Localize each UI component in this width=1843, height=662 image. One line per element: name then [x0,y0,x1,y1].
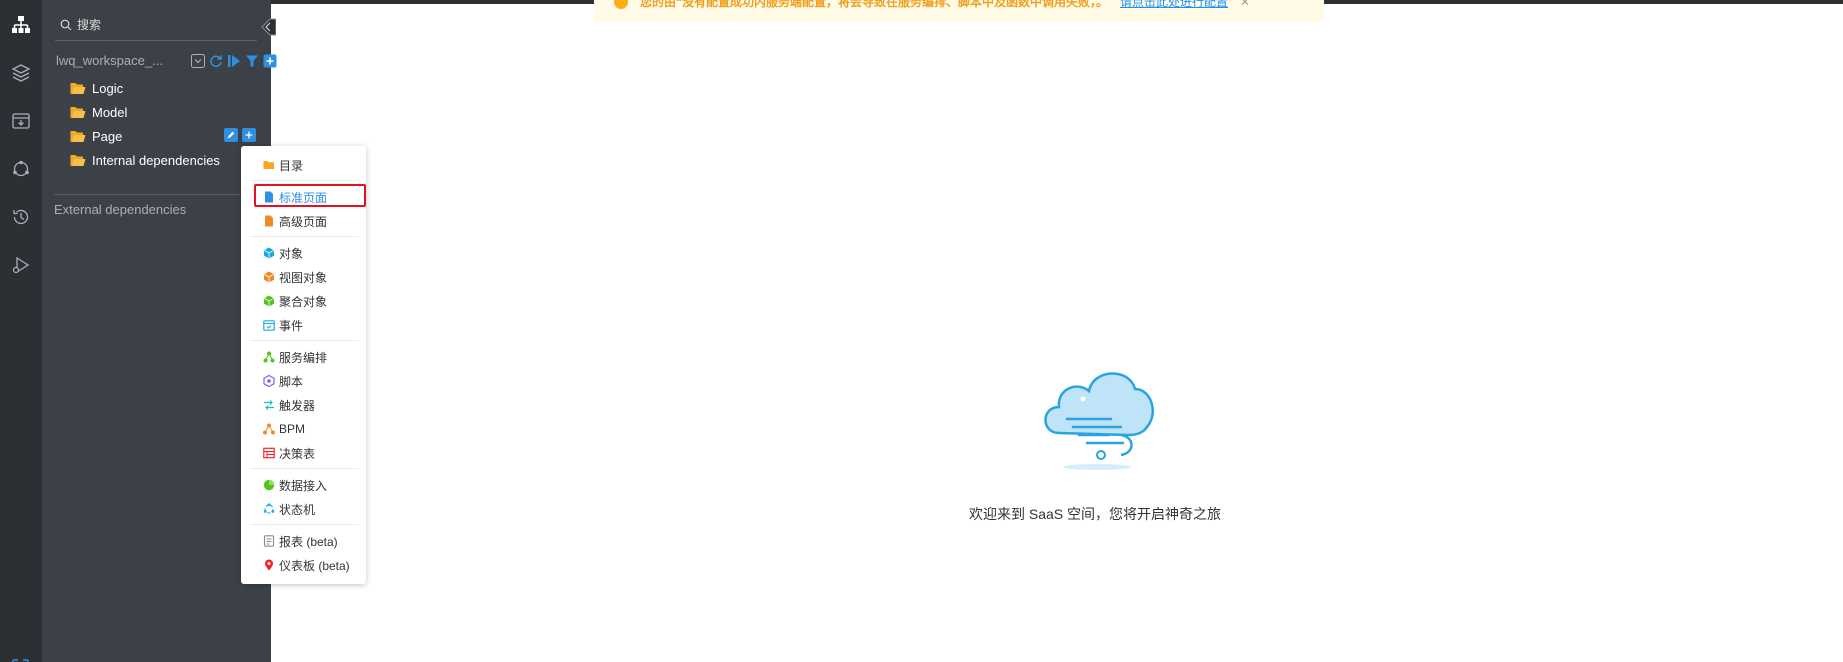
menu-item-label: 触发器 [279,398,316,413]
tree-item-label: Logic [92,80,124,96]
structure-icon[interactable] [9,13,33,37]
archive-icon[interactable] [9,109,33,133]
menu-item-directory[interactable]: 目录 [263,156,303,174]
workspace-name: lwq_workspace_... [56,53,163,68]
folder-icon [263,161,274,169]
menu-item-dashboard[interactable]: 仪表板 (beta) [263,556,350,574]
bpm-icon [263,423,275,435]
page-actions [224,128,256,142]
folder-open-icon [70,154,86,166]
cloud-wind-illustration [1044,372,1154,470]
menu-item-view-object[interactable]: 视图对象 [263,268,327,286]
close-icon[interactable]: ✕ [1240,0,1250,9]
table-icon [263,447,275,459]
calendar-icon [263,320,275,331]
menu-item-state-machine[interactable]: 状态机 [263,500,315,518]
orchestration-icon [263,351,275,363]
menu-item-label: BPM [279,422,306,436]
menu-item-label: 视图对象 [279,270,328,285]
menu-divider [251,524,359,525]
tree-item-page[interactable]: Page [70,126,122,146]
edit-icon[interactable] [224,128,238,142]
refresh-icon[interactable] [208,54,223,69]
cube-icon [263,271,275,283]
explorer-panel: lwq_workspace_... Logic Model Page Inter… [42,0,277,662]
menu-item-label: 脚本 [279,374,304,389]
activity-rail [0,0,42,662]
context-menu: 目录 标准页面 高级页面 对象 视图对象 聚合对象 事件 服务编排 脚本 触发器 [241,146,366,584]
menu-item-advanced-page[interactable]: 高级页面 [263,212,327,230]
tree-item-internal-dependencies[interactable]: Internal dependencies [70,150,220,170]
add-icon[interactable] [262,54,277,69]
run-icon[interactable] [226,54,241,69]
menu-item-label: 状态机 [279,502,316,517]
external-dependencies-label[interactable]: External dependencies [54,202,186,217]
menu-item-label: 高级页面 [279,214,328,229]
cycle-icon[interactable] [9,157,33,181]
menu-item-report[interactable]: 报表 (beta) [263,532,338,550]
trigger-icon [264,400,274,410]
menu-item-label: 仪表板 (beta) [279,558,350,573]
tree-item-label: Model [92,104,128,120]
tree-item-label: Page [92,128,123,144]
tree-item-model[interactable]: Model [70,102,127,122]
document-icon [265,215,273,227]
warning-banner: 您的由“没有配置成功内服务端配置，将会导致在服务编排、脚本中及函数中调用失败，。… [594,0,1324,22]
pie-icon [263,479,275,491]
search-input[interactable] [77,15,247,35]
script-icon [263,375,275,387]
banner-config-link[interactable]: 请点击此处进行配置 [1120,0,1228,10]
highlight-box [254,184,366,207]
menu-item-decision-table[interactable]: 决策表 [263,444,315,462]
menu-item-label: 事件 [279,318,304,333]
menu-item-label: 决策表 [279,446,316,461]
menu-item-event[interactable]: 事件 [263,316,303,334]
tree-item-logic[interactable]: Logic [70,78,123,98]
workspace-row[interactable]: lwq_workspace_... [56,52,276,72]
menu-item-service-orchestration[interactable]: 服务编排 [263,348,327,366]
menu-divider [251,468,359,469]
cube-icon [263,247,275,259]
menu-divider [251,236,359,237]
menu-item-label: 数据接入 [279,478,328,493]
tree-item-label: Internal dependencies [92,152,220,168]
rail-bottom-icon[interactable] [6,654,36,662]
folder-open-icon [70,106,86,118]
menu-item-label: 服务编排 [279,350,328,365]
menu-item-label: 聚合对象 [279,294,328,309]
menu-item-label: 报表 (beta) [279,534,338,549]
menu-item-trigger[interactable]: 触发器 [263,396,315,414]
menu-item-data-access[interactable]: 数据接入 [263,476,327,494]
menu-divider [251,180,359,181]
menu-item-object[interactable]: 对象 [263,244,303,262]
search-box [55,10,257,41]
pin-icon [265,559,273,571]
folder-open-icon [70,82,86,94]
menu-item-label: 对象 [279,246,304,261]
warning-icon [614,0,628,9]
search-icon [60,19,72,31]
collapse-panel-handle[interactable] [260,16,277,38]
history-icon[interactable] [9,205,33,229]
divider [54,194,262,195]
menu-divider [251,340,359,341]
report-icon [263,535,275,547]
menu-item-aggregate-object[interactable]: 聚合对象 [263,292,327,310]
menu-item-label: 目录 [279,158,304,173]
menu-item-bpm[interactable]: BPM [263,420,305,438]
add-icon[interactable] [242,128,256,142]
cube-icon [263,295,275,307]
filter-icon[interactable] [244,54,259,69]
state-machine-icon [263,503,275,514]
folder-open-icon [70,130,86,142]
banner-text: 您的由“没有配置成功内服务端配置，将会导致在服务编排、脚本中及函数中调用失败，。 [640,0,1109,9]
layers-icon[interactable] [9,61,33,85]
chevron-down-icon[interactable] [190,54,205,69]
menu-item-script[interactable]: 脚本 [263,372,303,390]
run-debug-icon[interactable] [9,253,33,277]
